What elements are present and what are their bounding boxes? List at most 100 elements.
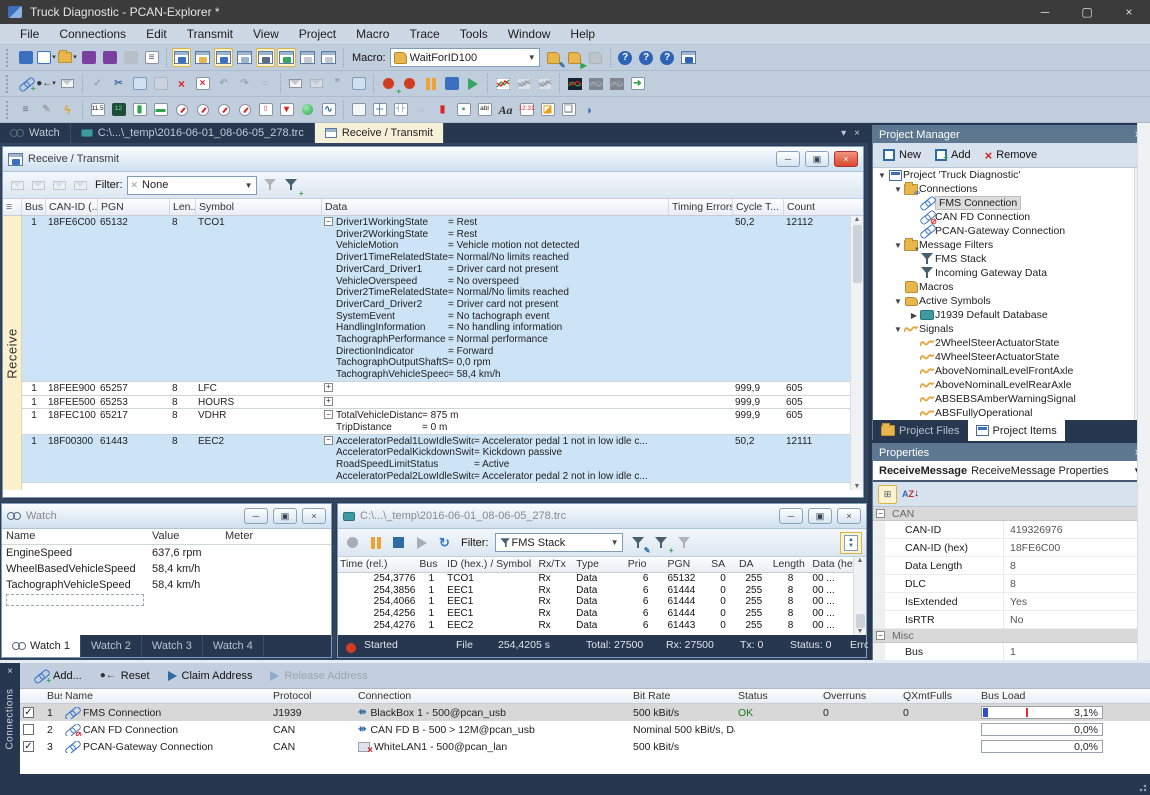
tree-item[interactable]: ▼▼Message Filters bbox=[873, 238, 1147, 252]
numeric-display-button[interactable]: 11.5 bbox=[88, 100, 107, 119]
redo-button[interactable]: ↷ bbox=[235, 74, 254, 93]
trace-stop-button[interactable] bbox=[389, 533, 408, 552]
trace-play-button[interactable] bbox=[412, 533, 431, 552]
receive-filter-combo[interactable]: ✕None▼ bbox=[127, 176, 257, 195]
tree-item[interactable]: Incoming Gateway Data bbox=[873, 266, 1147, 280]
add--button[interactable]: +Add... bbox=[26, 668, 90, 684]
trace-row[interactable]: 254,40661EEC1RxData6614440255800 ... bbox=[338, 596, 866, 608]
menu-transmit[interactable]: Transmit bbox=[177, 24, 243, 45]
toggle-bus-statistics-window[interactable] bbox=[277, 48, 296, 67]
connections-close-icon[interactable]: × bbox=[0, 666, 20, 677]
chevron-down-icon[interactable]: ▼ bbox=[893, 185, 903, 194]
column-header-len-[interactable]: Len... bbox=[170, 199, 196, 215]
trace-titlebar[interactable]: C:\...\_temp\2016-06-01_08-06-05_278.trc… bbox=[338, 504, 866, 529]
watch-row[interactable]: WheelBasedVehicleSpeed58,4 km/h bbox=[2, 561, 331, 577]
label-button[interactable]: Aa bbox=[496, 100, 515, 119]
tree-item[interactable]: ▼Signals bbox=[873, 322, 1147, 336]
message-columns-button[interactable] bbox=[71, 176, 90, 195]
plotter-save-button[interactable] bbox=[535, 74, 554, 93]
macro-combo[interactable]: WaitForID100▼ bbox=[390, 48, 540, 67]
collapse-icon[interactable]: − bbox=[324, 217, 333, 226]
trace-close-button[interactable]: × bbox=[837, 508, 861, 524]
gauge-arc-button[interactable] bbox=[193, 100, 212, 119]
textbox-button[interactable]: abl bbox=[475, 100, 494, 119]
trace-row[interactable]: 254,42761EEC2RxData6614430255800 ... bbox=[338, 620, 866, 632]
property-category[interactable]: −Misc bbox=[873, 629, 1147, 643]
trace-filter-add-button[interactable]: + bbox=[652, 533, 671, 552]
macro-start-button[interactable]: ▶ bbox=[565, 48, 584, 67]
level-bar-button[interactable]: ▮ bbox=[433, 100, 452, 119]
connections-column-bit-rate[interactable]: Bit Rate bbox=[630, 689, 735, 703]
pause-button[interactable] bbox=[421, 74, 440, 93]
new-connection-button[interactable] bbox=[16, 48, 35, 67]
knob-button[interactable]: ☼ bbox=[412, 100, 431, 119]
trace-row[interactable]: 254,42561EEC1RxData6614440255800 ... bbox=[338, 608, 866, 620]
instrument-list-button[interactable]: ≡ bbox=[16, 100, 35, 119]
property-row[interactable]: Bus1 bbox=[873, 643, 1147, 660]
tree-item[interactable]: ▼Active Symbols bbox=[873, 294, 1147, 308]
menu-file[interactable]: File bbox=[10, 24, 49, 45]
panel-frame-button[interactable] bbox=[349, 100, 368, 119]
toggle-symbols-window[interactable] bbox=[235, 48, 254, 67]
print-button[interactable] bbox=[121, 48, 140, 67]
horizontal-slider-button[interactable]: ┤├ bbox=[391, 100, 410, 119]
mini-graph-button[interactable]: ∿ bbox=[319, 100, 338, 119]
tree-item[interactable]: ▼∞Connections bbox=[873, 182, 1147, 196]
tree-item[interactable]: PCAN-Gateway Connection bbox=[873, 224, 1147, 238]
tab-close-icon[interactable]: × bbox=[854, 128, 860, 139]
property-category[interactable]: −CAN bbox=[873, 507, 1147, 521]
connections-column-status[interactable]: Status bbox=[735, 689, 820, 703]
resize-grip[interactable] bbox=[1137, 782, 1147, 792]
collapse-icon[interactable]: − bbox=[324, 436, 333, 445]
doc-tab-inactive[interactable]: C:\...\_temp\2016-06-01_08-06-05_278.trc bbox=[71, 123, 315, 143]
checkbox-unchecked[interactable] bbox=[23, 724, 34, 735]
trace-column-type[interactable]: Type bbox=[574, 557, 626, 572]
rt-minimize-button[interactable]: ─ bbox=[776, 151, 800, 167]
trace-column-id-hex-symbol[interactable]: ID (hex.) / Symbol bbox=[445, 557, 536, 572]
trace-vertical-scrollbar[interactable]: ▲▼ bbox=[853, 557, 866, 635]
watch-column-name[interactable]: Name bbox=[2, 529, 148, 544]
minimize-button[interactable]: ─ bbox=[1024, 0, 1066, 24]
edit-panel-button[interactable]: ✎ bbox=[37, 100, 56, 119]
alphabetical-sort-button[interactable]: AZ↓ bbox=[901, 485, 920, 504]
property-row[interactable]: Data Length8 bbox=[873, 557, 1147, 575]
trace-column-length[interactable]: Length bbox=[771, 557, 811, 572]
chevron-down-icon[interactable]: ▼ bbox=[893, 297, 903, 306]
column-header-count[interactable]: Count bbox=[784, 199, 845, 215]
release-address-button[interactable]: Release Address bbox=[262, 668, 375, 684]
collapse-icon[interactable]: − bbox=[324, 410, 333, 419]
property-row[interactable]: CAN-ID (hex)18FE6C00 bbox=[873, 539, 1147, 557]
image-button[interactable]: ◪ bbox=[538, 100, 557, 119]
tree-item[interactable]: 2WheelSteerActuatorState bbox=[873, 336, 1147, 350]
connections-column-protocol[interactable]: Protocol bbox=[270, 689, 355, 703]
rt-restore-button[interactable]: ▣ bbox=[805, 151, 829, 167]
connection-row[interactable]: 2⊘CAN FD ConnectionCAN⇻CAN FD B - 500 > … bbox=[20, 721, 1150, 738]
oscilloscope-button[interactable] bbox=[565, 74, 584, 93]
watch-restore-button[interactable]: ▣ bbox=[273, 508, 297, 524]
watch-column-meter[interactable]: Meter bbox=[221, 529, 321, 544]
receive-transmit-titlebar[interactable]: Receive / Transmit ─ ▣ × bbox=[3, 147, 863, 172]
toggle-receive-transmit-window[interactable] bbox=[172, 48, 191, 67]
delete-button[interactable]: × bbox=[172, 74, 191, 93]
comment-button[interactable]: ❞ bbox=[328, 74, 347, 93]
connection-row[interactable]: ✓1FMS ConnectionJ1939⇻BlackBox 1 - 500@p… bbox=[20, 704, 1150, 721]
tree-item[interactable]: AboveNominalLevelFrontAxle bbox=[873, 364, 1147, 378]
image-list-button[interactable]: ❏ bbox=[559, 100, 578, 119]
trace-filter-edit-button[interactable]: ✎ bbox=[629, 533, 648, 552]
menu-project[interactable]: Project bbox=[289, 24, 346, 45]
tree-item[interactable]: ⊘CAN FD Connection bbox=[873, 210, 1147, 224]
connections-column-overruns[interactable]: Overruns bbox=[820, 689, 900, 703]
vertical-slider-button[interactable]: ┼ bbox=[370, 100, 389, 119]
toggle-watch-window[interactable] bbox=[256, 48, 275, 67]
tree-item[interactable]: ▶J1939 Default Database bbox=[873, 308, 1147, 322]
macro-stop-button[interactable] bbox=[586, 48, 605, 67]
maximize-button[interactable]: ▢ bbox=[1066, 0, 1108, 24]
chevron-right-icon[interactable]: ▶ bbox=[909, 311, 919, 320]
claim-address-button[interactable]: Claim Address bbox=[160, 668, 261, 684]
gauge-270-button[interactable] bbox=[214, 100, 233, 119]
tree-item[interactable]: 4WheelSteerActuatorState bbox=[873, 350, 1147, 364]
plotter-pause-button[interactable] bbox=[514, 74, 533, 93]
tree-item[interactable]: FMS Connection bbox=[873, 196, 1147, 210]
copy-button[interactable] bbox=[130, 74, 149, 93]
find-button[interactable]: ○ bbox=[256, 74, 275, 93]
